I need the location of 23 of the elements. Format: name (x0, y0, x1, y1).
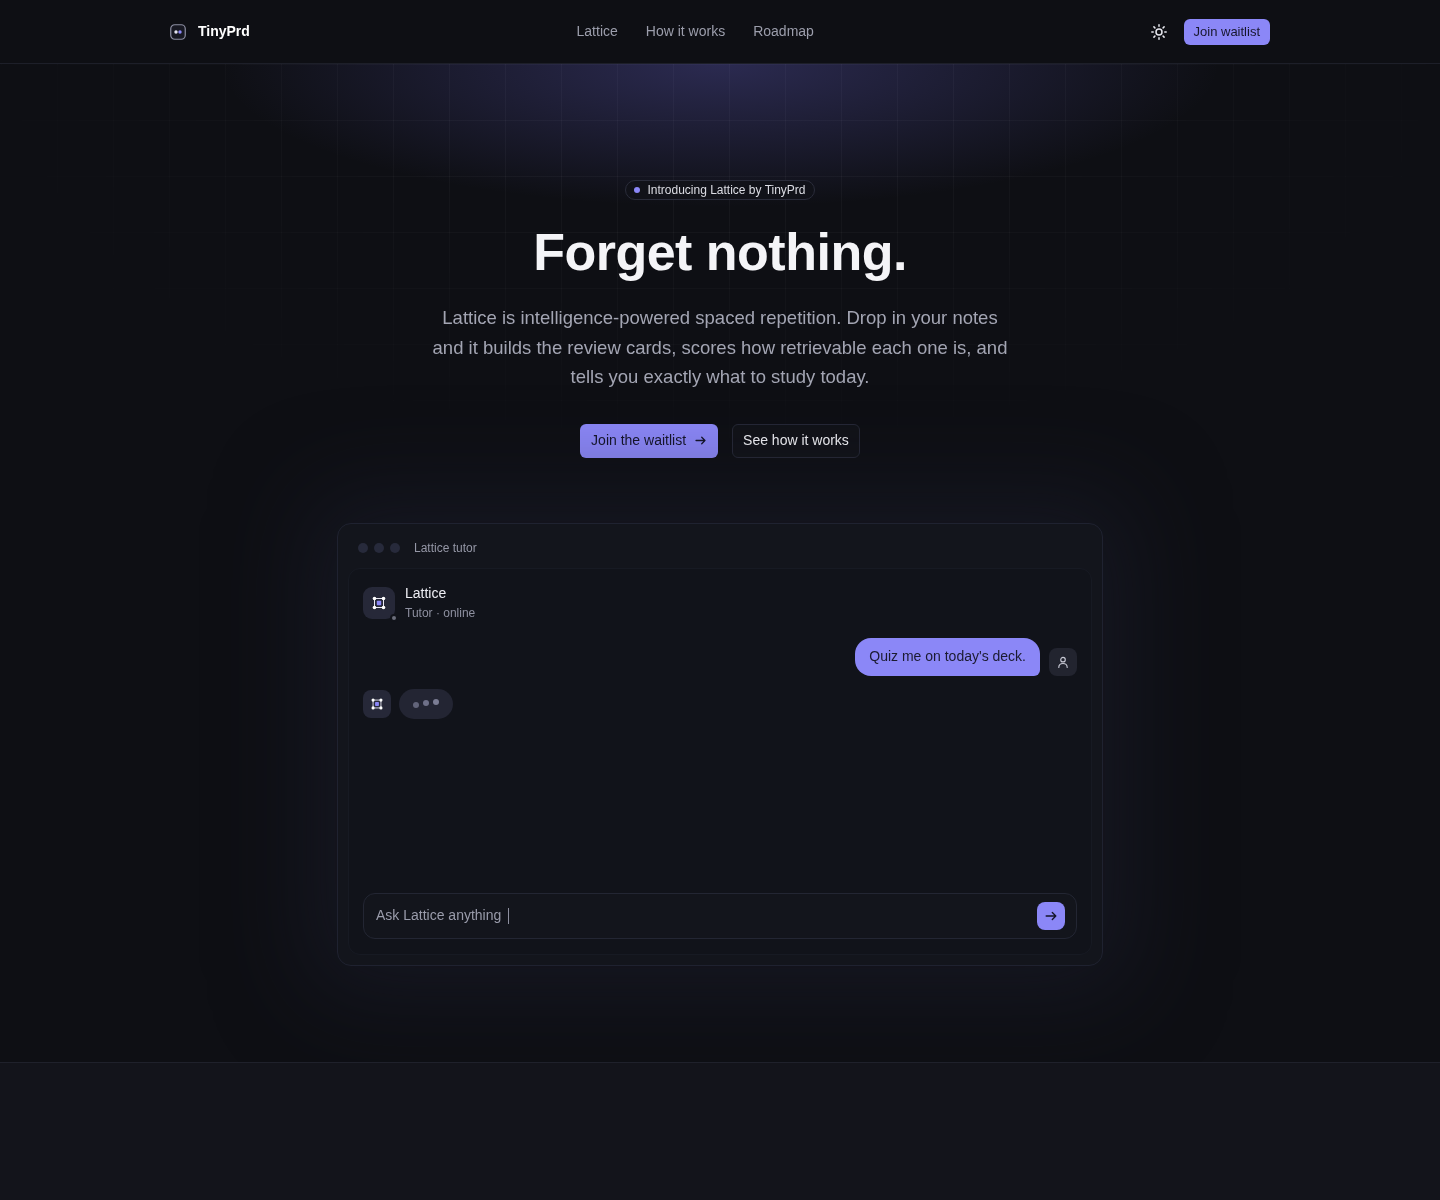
window-title: Lattice tutor (414, 539, 477, 557)
bot-status: Tutor · online (405, 604, 476, 621)
send-button[interactable] (1037, 901, 1065, 930)
user-message: Quiz me on today's deck. (855, 637, 1040, 676)
nav-link[interactable]: Roadmap (753, 21, 814, 42)
join-the-waitlist-button[interactable]: Join the waitlist (580, 423, 719, 458)
logo-icon (170, 23, 186, 40)
bot-avatar-icon (363, 586, 395, 619)
hero-subtitle: Lattice is intelligence-powered spaced repetition. Drop in your notes and it builds the review cards, scores how retrievable each one is, and tells you exactly what to study today. (431, 306, 1009, 389)
bot-avatar-icon (363, 689, 391, 718)
announcement-text: Introducing Lattice by TinyPrd (647, 182, 806, 199)
hero-title: Forget nothing. (533, 222, 907, 283)
user-avatar-icon (1049, 647, 1077, 676)
theme-toggle-sun-icon[interactable] (1150, 23, 1167, 40)
bot-name: Lattice (405, 583, 448, 603)
see-how-it-works-button[interactable]: See how it works (732, 423, 860, 458)
nav-link[interactable]: How it works (645, 21, 726, 42)
text-cursor (508, 907, 510, 924)
brand-link[interactable]: TinyPrd (170, 21, 250, 42)
join-waitlist-button[interactable]: Join waitlist (1183, 18, 1270, 45)
message-input[interactable]: Ask Lattice anything (376, 905, 502, 926)
nav-link[interactable]: Lattice (576, 21, 618, 42)
arrow-right-icon (694, 434, 708, 447)
